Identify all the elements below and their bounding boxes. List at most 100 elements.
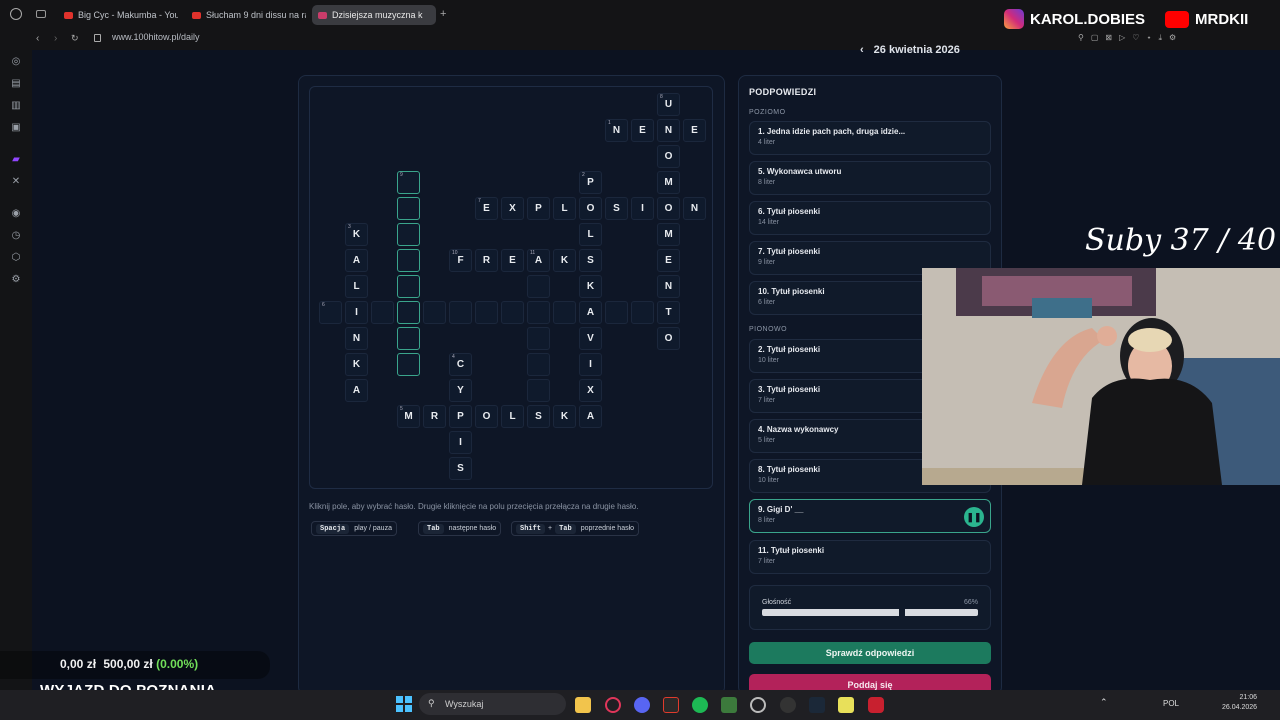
crossword-cell[interactable] <box>475 301 498 324</box>
app-icon[interactable] <box>663 697 679 713</box>
crossword-cell[interactable] <box>605 301 628 324</box>
crossword-cell[interactable]: E <box>683 119 706 142</box>
crossword-cell[interactable] <box>631 301 654 324</box>
crossword-cell[interactable]: O <box>657 197 680 220</box>
crossword-cell[interactable]: O <box>657 145 680 168</box>
crossword-cell[interactable] <box>501 301 524 324</box>
crossword-cell[interactable]: A <box>579 405 602 428</box>
extensions-icons[interactable]: ⚲▢⊠▷♡⋆⤓⚙ <box>1078 33 1183 43</box>
crossword-cell[interactable]: K <box>345 223 368 246</box>
crossword-cell[interactable]: M <box>657 223 680 246</box>
crossword-cell[interactable] <box>423 301 446 324</box>
crossword-cell[interactable]: V <box>579 327 602 350</box>
crossword-cell[interactable]: A <box>345 379 368 402</box>
forward-icon[interactable]: › <box>54 33 57 44</box>
crossword-cell[interactable]: O <box>475 405 498 428</box>
crossword-cell[interactable]: R <box>475 249 498 272</box>
taskbar-clock[interactable]: 21:06 26.04.2026 <box>1222 693 1257 713</box>
crossword-cell[interactable] <box>397 301 420 324</box>
player-icon[interactable]: ◉ <box>10 208 22 220</box>
crossword-cell[interactable]: L <box>553 197 576 220</box>
crossword-cell[interactable] <box>553 301 576 324</box>
crossword-cell[interactable]: M <box>657 171 680 194</box>
crossword-cell[interactable]: Y <box>449 379 472 402</box>
crossword-cell[interactable]: E <box>501 249 524 272</box>
crossword-cell[interactable]: N <box>683 197 706 220</box>
crossword-cell[interactable] <box>527 275 550 298</box>
crossword-cell[interactable]: P <box>449 405 472 428</box>
sidebar-app-icon[interactable]: ▤ <box>10 78 22 90</box>
twitch-icon[interactable]: ▰ <box>10 154 22 166</box>
volume-slider[interactable] <box>762 609 978 616</box>
check-answers-button[interactable]: Sprawdź odpowiedzi <box>749 642 991 664</box>
start-icon[interactable] <box>396 696 412 712</box>
app-icon[interactable] <box>868 697 884 713</box>
crossword-cell[interactable] <box>397 249 420 272</box>
crossword-cell[interactable]: P <box>579 171 602 194</box>
sidebar-app-icon[interactable]: ▣ <box>10 122 22 134</box>
crossword-cell[interactable]: U <box>657 93 680 116</box>
pause-button[interactable]: ❚❚ <box>964 507 984 527</box>
crossword-cell[interactable] <box>397 275 420 298</box>
prev-day-icon[interactable]: ‹ <box>860 44 864 56</box>
crossword-cell[interactable]: X <box>501 197 524 220</box>
extensions-icon[interactable]: ⬡ <box>10 252 22 264</box>
crossword-cell[interactable] <box>527 353 550 376</box>
crossword-cell[interactable]: K <box>579 275 602 298</box>
crossword-cell[interactable]: K <box>553 249 576 272</box>
app-icon[interactable] <box>780 697 796 713</box>
browser-tab-active[interactable]: Dzisiejsza muzyczna k <box>312 5 436 25</box>
crossword-cell[interactable]: K <box>345 353 368 376</box>
crossword-cell[interactable]: S <box>605 197 628 220</box>
crossword-cell[interactable]: S <box>449 457 472 480</box>
file-explorer-icon[interactable] <box>575 697 591 713</box>
crossword-cell[interactable]: K <box>553 405 576 428</box>
sidebar-app-icon[interactable]: ▥ <box>10 100 22 112</box>
crossword-cell[interactable]: E <box>657 249 680 272</box>
language-indicator[interactable]: POL <box>1163 699 1179 708</box>
crossword-cell[interactable]: N <box>657 119 680 142</box>
crossword-cell[interactable]: I <box>345 301 368 324</box>
crossword-cell[interactable]: S <box>527 405 550 428</box>
new-tab-icon[interactable]: + <box>440 8 446 20</box>
taskbar-search[interactable]: ⚲ Wyszukaj <box>419 693 566 715</box>
crossword-cell[interactable]: L <box>345 275 368 298</box>
crossword-cell[interactable]: X <box>579 379 602 402</box>
clue-down-9-active[interactable]: 9. Gigi D' __ 8 liter <box>749 499 991 533</box>
crossword-cell[interactable]: N <box>605 119 628 142</box>
clue-across-5[interactable]: 5. Wykonawca utworu 8 liter <box>749 161 991 195</box>
volume-slider-handle[interactable] <box>898 606 905 619</box>
crossword-cell[interactable] <box>397 353 420 376</box>
crossword-cell[interactable]: S <box>579 249 602 272</box>
crossword-cell[interactable] <box>527 301 550 324</box>
crossword-cell[interactable] <box>319 301 342 324</box>
crossword-cell[interactable] <box>397 197 420 220</box>
crossword-cell[interactable]: R <box>423 405 446 428</box>
app-icon[interactable] <box>721 697 737 713</box>
crossword-cell[interactable] <box>449 301 472 324</box>
settings-icon[interactable]: ⚙ <box>10 274 22 286</box>
crossword-cell[interactable]: L <box>579 223 602 246</box>
crossword-cell[interactable]: M <box>397 405 420 428</box>
crossword-cell[interactable]: E <box>631 119 654 142</box>
crossword-cell[interactable]: C <box>449 353 472 376</box>
clue-across-6[interactable]: 6. Tytuł piosenki 14 liter <box>749 201 991 235</box>
history-icon[interactable]: ◷ <box>10 230 22 242</box>
crossword-cell[interactable] <box>397 171 420 194</box>
crossword-cell[interactable]: A <box>527 249 550 272</box>
crossword-cell[interactable]: F <box>449 249 472 272</box>
workspaces-icon[interactable] <box>36 10 46 18</box>
browser-logo-icon[interactable] <box>10 8 22 20</box>
url-text[interactable]: www.100hitow.pl/daily <box>112 32 200 42</box>
crossword-cell[interactable]: I <box>631 197 654 220</box>
crossword-cell[interactable] <box>371 301 394 324</box>
crossword-cell[interactable]: A <box>579 301 602 324</box>
clue-across-1[interactable]: 1. Jedna idzie pach pach, druga idzie...… <box>749 121 991 155</box>
crossword-cell[interactable]: N <box>345 327 368 350</box>
clue-down-11[interactable]: 11. Tytuł piosenki 7 liter <box>749 540 991 574</box>
reload-icon[interactable]: ↻ <box>71 33 79 44</box>
crossword-cell[interactable] <box>397 223 420 246</box>
crossword-cell[interactable]: T <box>657 301 680 324</box>
steam-icon[interactable] <box>809 697 825 713</box>
crossword-cell[interactable]: N <box>657 275 680 298</box>
